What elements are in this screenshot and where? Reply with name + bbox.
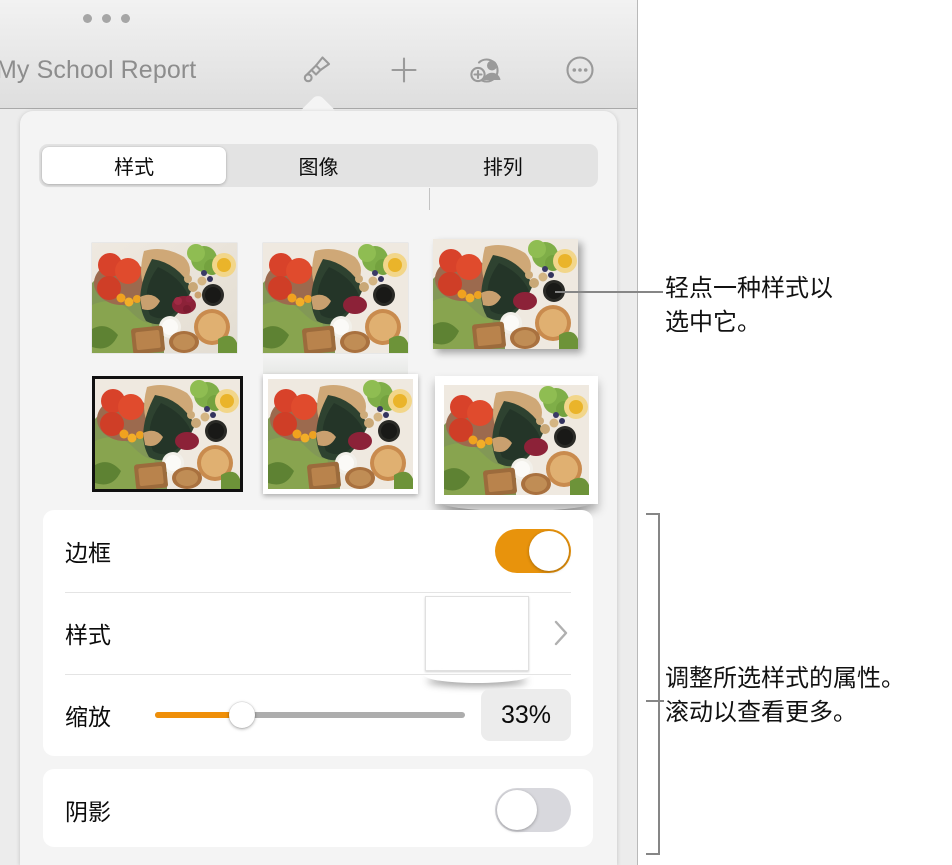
border-toggle[interactable] — [495, 529, 571, 573]
food-photo — [433, 239, 578, 349]
callout-leader-line-2 — [646, 700, 664, 702]
popover-arrow — [295, 95, 341, 112]
title-bar: My School Report — [0, 0, 637, 109]
collaborate-button[interactable] — [460, 50, 516, 94]
ellipsis-circle-icon — [560, 50, 600, 95]
tab-arrange[interactable]: 排列 — [411, 147, 595, 184]
document-title: My School Report — [0, 56, 197, 84]
shadow-toggle[interactable] — [495, 788, 571, 832]
food-photo — [263, 243, 408, 353]
scale-row[interactable]: 缩放 33% — [43, 674, 593, 756]
plus-icon — [384, 50, 424, 95]
window-dot — [121, 14, 130, 23]
slider-knob[interactable] — [228, 702, 255, 728]
tab-style[interactable]: 样式 — [42, 147, 227, 184]
style-thumb-1[interactable] — [92, 243, 237, 353]
callout-bracket — [646, 513, 660, 855]
insert-button[interactable] — [376, 50, 432, 94]
callout-leader-line-1 — [555, 291, 663, 293]
style-label: 样式 — [65, 622, 111, 648]
style-row[interactable]: 样式 — [43, 592, 593, 674]
style-options-card: 边框 样式 缩放 33% — [43, 510, 593, 756]
scale-slider[interactable] — [155, 693, 465, 737]
scale-value[interactable]: 33% — [481, 689, 571, 741]
border-label: 边框 — [65, 540, 111, 566]
tab-image[interactable]: 图像 — [226, 147, 410, 184]
toggle-knob — [529, 531, 569, 571]
callout-adjust-properties: 调整所选样式的属性。 滚动以查看更多。 — [665, 665, 905, 726]
food-photo — [444, 385, 589, 495]
food-photo — [268, 379, 413, 489]
window-dots-icon[interactable] — [83, 14, 130, 23]
style-thumb-5[interactable] — [263, 374, 418, 494]
tab-style-label: 样式 — [114, 157, 155, 179]
shadow-label: 阴影 — [65, 799, 111, 825]
style-thumb-4[interactable] — [92, 376, 243, 492]
tab-arrange-label: 排列 — [482, 157, 523, 179]
more-button[interactable] — [552, 50, 608, 94]
food-photo — [95, 379, 240, 489]
style-swatch[interactable] — [425, 595, 529, 671]
window-dot — [83, 14, 92, 23]
paintbrush-icon — [296, 50, 336, 95]
tab-bar: 样式 图像 排列 — [39, 144, 598, 210]
window-dot — [102, 14, 111, 23]
format-popover: 样式 图像 排列 边框 样式 缩放 33% 阴影 — [20, 111, 617, 865]
scale-label: 缩放 — [65, 704, 111, 730]
food-photo — [92, 243, 237, 353]
app-window: My School Report 样式 图像 排列 边框 样式 缩放 33% 阴… — [0, 0, 638, 865]
callout-style-tap: 轻点一种样式以 选中它。 — [665, 275, 833, 336]
format-button[interactable] — [288, 50, 344, 94]
style-thumb-6[interactable] — [435, 376, 598, 504]
chevron-right-icon[interactable] — [551, 616, 571, 650]
border-row[interactable]: 边框 — [43, 510, 593, 592]
style-thumb-3[interactable] — [433, 239, 578, 349]
style-thumbnail-grid — [39, 206, 598, 506]
add-person-icon — [467, 50, 509, 95]
toggle-knob — [497, 790, 537, 830]
tab-image-label: 图像 — [298, 157, 339, 179]
shadow-card: 阴影 — [43, 769, 593, 847]
style-thumb-2[interactable] — [263, 243, 408, 353]
shadow-row[interactable]: 阴影 — [43, 769, 593, 851]
